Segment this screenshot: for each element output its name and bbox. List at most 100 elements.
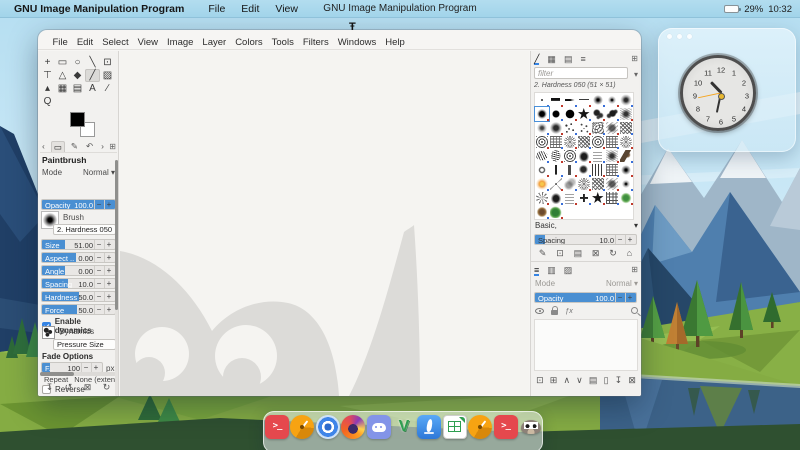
gimp-menu-item[interactable]: Image bbox=[163, 37, 198, 48]
foreground-color-swatch[interactable] bbox=[70, 112, 85, 127]
increase-button[interactable]: + bbox=[104, 200, 113, 209]
size-slider[interactable]: Size 51.00 − + bbox=[41, 239, 116, 250]
brush-thumbnail[interactable] bbox=[591, 93, 605, 107]
brush-thumbnail[interactable] bbox=[549, 191, 563, 205]
delete-brush-button[interactable]: ⊠ bbox=[592, 248, 600, 259]
increase-button[interactable]: + bbox=[625, 235, 634, 244]
brush-thumbnail[interactable] bbox=[535, 135, 549, 149]
gimp-window[interactable]: FileEditSelectViewImageLayerColorsToolsF… bbox=[38, 30, 641, 396]
open-brush-folder-button[interactable]: ⌂ bbox=[627, 248, 632, 259]
brush-thumbnail[interactable] bbox=[549, 149, 563, 163]
decrease-button[interactable]: − bbox=[94, 305, 103, 314]
brush-thumbnail[interactable] bbox=[549, 121, 563, 135]
brush-thumbnail[interactable] bbox=[535, 121, 549, 135]
layer-opacity-slider[interactable]: Opacity 100.0 − + bbox=[534, 292, 637, 303]
text-tool[interactable]: A bbox=[85, 82, 100, 95]
increase-button[interactable]: + bbox=[104, 305, 113, 314]
brush-thumbnail[interactable] bbox=[619, 121, 633, 135]
menu-item[interactable]: View bbox=[267, 3, 306, 15]
gimp-menu-item[interactable]: View bbox=[133, 37, 162, 48]
brush-thumbnail[interactable] bbox=[535, 93, 549, 107]
dynamics-field[interactable]: Pressure Size bbox=[53, 339, 116, 350]
terminal-icon[interactable]: >_ bbox=[265, 415, 289, 439]
tab-document-history[interactable]: ≡ bbox=[580, 53, 585, 65]
duplicate-layer-button[interactable]: ▤ bbox=[589, 375, 598, 386]
free-select-tool[interactable]: ○ bbox=[70, 56, 85, 69]
brush-thumbnail[interactable] bbox=[619, 107, 633, 121]
smudge-tool[interactable]: ▤ bbox=[70, 82, 85, 95]
paint-mode-row[interactable]: Mode Normal ▾ bbox=[42, 168, 115, 177]
clone-tool[interactable]: ▦ bbox=[55, 82, 70, 95]
gimp-menu-item[interactable]: Filters bbox=[298, 37, 333, 48]
eraser-tool[interactable]: ▨ bbox=[100, 69, 115, 82]
brush-thumbnail[interactable] bbox=[535, 177, 549, 191]
brush-thumbnail[interactable] bbox=[591, 121, 605, 135]
discord-icon[interactable] bbox=[367, 415, 391, 439]
scroll-tabs-right[interactable]: › bbox=[99, 141, 106, 152]
libreoffice-calc-icon[interactable] bbox=[443, 415, 467, 439]
brush-thumbnail[interactable] bbox=[605, 93, 619, 107]
brush-thumbnail[interactable] bbox=[535, 149, 549, 163]
reset-tool-options-button[interactable]: ↻ bbox=[103, 382, 111, 393]
dock-menu-button[interactable]: ⊞ bbox=[631, 54, 638, 63]
brush-thumbnail[interactable] bbox=[549, 93, 563, 107]
anchor-layer-button[interactable]: ↧ bbox=[615, 375, 623, 386]
brush-thumbnail[interactable] bbox=[535, 205, 549, 219]
bucket-fill-tool[interactable]: ◆ bbox=[70, 69, 85, 82]
dock-menu-button[interactable]: ⊞ bbox=[109, 142, 116, 151]
search-icon[interactable] bbox=[631, 307, 638, 314]
new-layer-group-button[interactable]: ⊞ bbox=[550, 375, 558, 386]
horizontal-scrollbar[interactable] bbox=[40, 372, 116, 376]
brush-thumbnail[interactable] bbox=[619, 149, 633, 163]
brush-thumbnail[interactable] bbox=[563, 149, 577, 163]
save-tool-preset-button[interactable]: ↧ bbox=[46, 382, 54, 393]
tab-undo-history[interactable]: ↶ bbox=[84, 141, 95, 152]
refresh-brushes-button[interactable]: ↻ bbox=[609, 248, 617, 259]
gimp-menu-item[interactable]: Tools bbox=[267, 37, 298, 48]
brush-thumbnail[interactable] bbox=[605, 177, 619, 191]
brush-thumbnail[interactable] bbox=[563, 121, 577, 135]
clock-widget[interactable]: 12 1 2 3 4 5 6 7 8 9 10 11 bbox=[658, 28, 796, 152]
menubar-clock[interactable]: 10:32 bbox=[768, 4, 792, 15]
increase-button[interactable]: + bbox=[104, 279, 113, 288]
brush-thumbnail[interactable] bbox=[577, 163, 591, 177]
menu-item[interactable]: Edit bbox=[233, 3, 267, 15]
tab-fonts[interactable]: ▤ bbox=[564, 53, 573, 65]
brush-thumbnail[interactable] bbox=[591, 163, 605, 177]
scroll-tabs-left[interactable]: ‹ bbox=[40, 141, 47, 152]
hardness-slider[interactable]: Hardness 50.0 − + bbox=[41, 291, 116, 302]
gimp-icon-running[interactable] bbox=[519, 415, 543, 439]
brush-thumbnail[interactable] bbox=[563, 177, 577, 191]
gimp-menu-item[interactable]: Edit bbox=[72, 37, 97, 48]
brush-thumbnail[interactable] bbox=[563, 135, 577, 149]
brush-thumbnail[interactable] bbox=[577, 191, 591, 205]
brush-thumbnail[interactable] bbox=[563, 93, 577, 107]
decrease-button[interactable]: − bbox=[94, 240, 103, 249]
brush-thumbnail[interactable] bbox=[619, 93, 633, 107]
brush-thumbnail[interactable] bbox=[605, 191, 619, 205]
brush-thumbnail[interactable] bbox=[605, 149, 619, 163]
brush-tag-row[interactable]: Basic, ▾ bbox=[535, 221, 638, 230]
brush-thumbnail[interactable] bbox=[619, 135, 633, 149]
brush-thumbnail[interactable] bbox=[619, 163, 633, 177]
brush-thumbnail[interactable] bbox=[619, 177, 633, 191]
zoom-tool[interactable]: Q bbox=[40, 95, 55, 108]
aspect-ratio-slider[interactable]: Aspect .. 0.00 − + bbox=[41, 252, 116, 263]
angle-slider[interactable]: Angle 0.00 − + bbox=[41, 265, 116, 276]
decrease-button[interactable]: − bbox=[615, 293, 624, 302]
menu-item[interactable]: File bbox=[200, 3, 233, 15]
decrease-button[interactable]: − bbox=[94, 292, 103, 301]
force-slider[interactable]: Force 50.0 − + bbox=[41, 304, 116, 315]
dock-menu-button[interactable]: ⊞ bbox=[631, 265, 638, 274]
warp-transform-tool[interactable]: △ bbox=[55, 69, 70, 82]
brush-filter-input[interactable] bbox=[534, 67, 628, 79]
increase-button[interactable]: + bbox=[91, 363, 100, 372]
brush-thumbnail[interactable] bbox=[577, 121, 591, 135]
brush-thumbnail[interactable] bbox=[605, 121, 619, 135]
decrease-button[interactable]: − bbox=[94, 200, 103, 209]
brush-name-field[interactable]: 2. Hardness 050 bbox=[53, 224, 116, 235]
lock-icon[interactable] bbox=[551, 310, 558, 315]
blue-app-icon[interactable] bbox=[417, 415, 441, 439]
media-player-icon[interactable] bbox=[316, 415, 340, 439]
brush-thumbnail[interactable] bbox=[577, 135, 591, 149]
